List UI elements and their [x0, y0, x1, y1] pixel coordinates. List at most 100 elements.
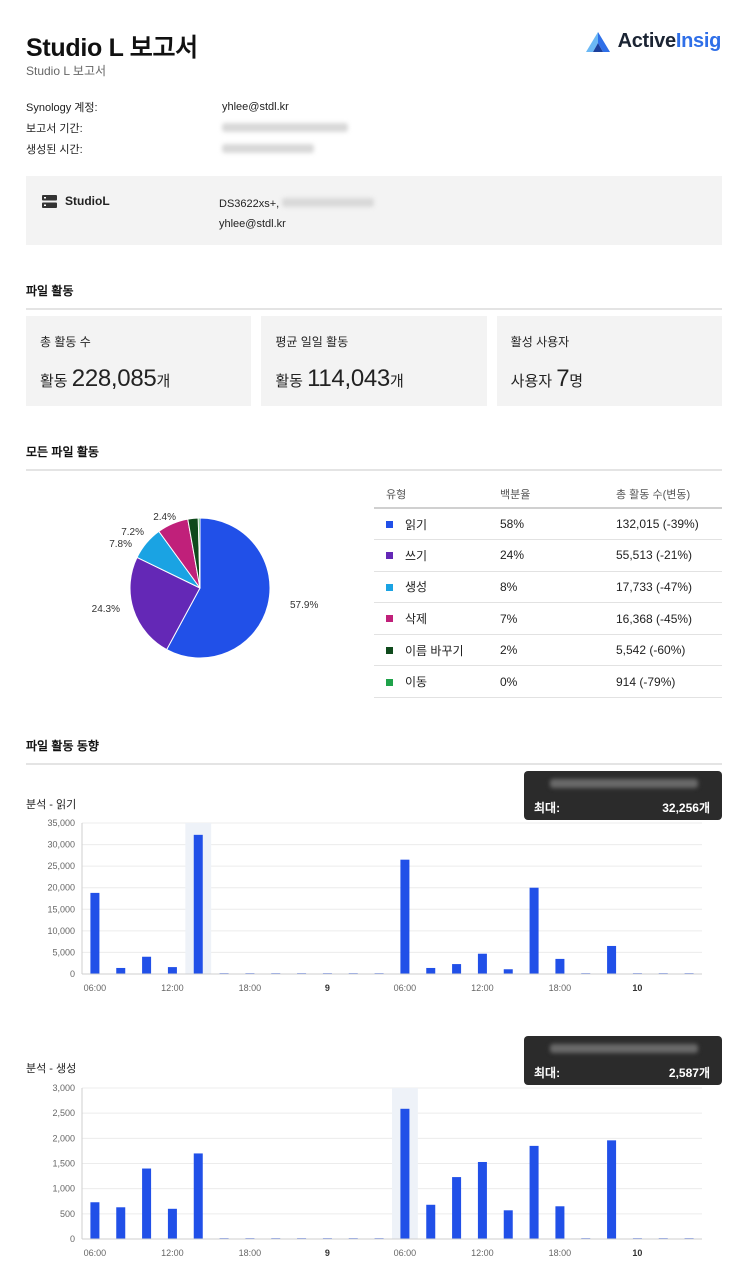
bar: [607, 1140, 617, 1239]
cell-type: 생성: [374, 571, 500, 604]
x-tick-label: 18:00: [549, 983, 572, 993]
period-value-redacted: [222, 123, 348, 132]
pie-chart-svg: 57.9% 24.3% 7.8%7.2% 2.4%: [92, 512, 318, 659]
x-tick-label: 9: [325, 1248, 330, 1258]
bar: [142, 956, 152, 974]
tooltip-max-value: 2,587개: [668, 1066, 710, 1080]
x-tick-label: 18:00: [239, 1248, 262, 1258]
pie-label: 57.9%: [290, 600, 318, 611]
bar: [529, 887, 539, 974]
x-tick-label: 06:00: [394, 1248, 417, 1258]
pie-label: 24.3%: [92, 604, 120, 615]
table-row: 이름 바꾸기 2% 5,542 (-60%): [374, 634, 722, 667]
logo-text-b: Insig: [675, 30, 721, 52]
bar: [167, 1208, 177, 1239]
y-tick-label: 2,500: [52, 1108, 75, 1118]
created-label: 생성된 시간:: [26, 143, 83, 156]
card-daily-average: 평균 일일 활동 활동 114,043개: [261, 316, 487, 406]
server-model: DS3622xs+,: [219, 198, 280, 210]
legend-swatch: [386, 552, 393, 560]
section-all-file-activity: 모든 파일 활동: [26, 443, 722, 471]
type-label: 쓰기: [405, 548, 428, 563]
card-value: 활동 228,085개: [40, 365, 237, 393]
table-row: 읽기 58% 132,015 (-39%): [374, 508, 722, 541]
y-tick-label: 1,000: [52, 1184, 75, 1194]
bar: [426, 967, 436, 974]
bar: [426, 1204, 436, 1239]
cell-total: 16,368 (-45%): [616, 602, 722, 635]
bar: [193, 1153, 203, 1239]
chart-title-create: 분석 - 생성: [26, 1063, 77, 1075]
server-email: yhlee@stdl.kr: [219, 218, 286, 230]
x-tick-label: 12:00: [471, 983, 494, 993]
cell-type: 쓰기: [374, 539, 500, 572]
x-tick-label: 12:00: [471, 1248, 494, 1258]
card-label: 평균 일일 활동: [275, 335, 349, 349]
cell-type: 읽기: [374, 508, 500, 541]
legend-swatch: [386, 678, 393, 686]
activeinsight-logo-icon: [585, 31, 610, 52]
bar: [90, 1202, 100, 1239]
server-info-box: StudioL DS3622xs+, yhlee@stdl.kr: [26, 176, 722, 245]
card-prefix: 활동: [275, 373, 308, 390]
cell-type: 이동: [374, 665, 500, 699]
server-serial-redacted: [282, 198, 375, 207]
card-number: 7: [556, 365, 570, 392]
activity-type-table: 유형 백분율 총 활동 수(변동) 읽기 58% 132,015 (-39%) 쓰기 2…: [374, 480, 722, 699]
cell-percent: 7%: [500, 602, 616, 635]
y-tick-label: 0: [70, 1234, 75, 1244]
y-tick-label: 3,000: [52, 1083, 75, 1093]
cell-type: 삭제: [374, 602, 500, 635]
tooltip-max-label: 최대:: [534, 1066, 561, 1080]
legend-swatch: [386, 615, 393, 623]
section-activity-trend: 파일 활동 동향: [26, 737, 722, 765]
cell-type: 이름 바꾸기: [374, 634, 500, 667]
cell-total: 17,733 (-47%): [616, 571, 722, 604]
card-suffix: 명: [569, 373, 584, 390]
tooltip-date-redacted: [550, 1044, 698, 1053]
type-label: 이름 바꾸기: [405, 643, 464, 658]
bar: [477, 1161, 487, 1239]
server-details: DS3622xs+, yhlee@stdl.kr: [219, 194, 375, 234]
pie-label: 7.2%: [121, 527, 144, 538]
y-tick-label: 10,000: [47, 926, 75, 936]
bar: [116, 967, 126, 974]
x-tick-label: 9: [325, 983, 330, 993]
card-prefix: 활동: [40, 373, 72, 390]
cell-percent: 24%: [500, 539, 616, 572]
type-label: 생성: [405, 580, 428, 595]
x-tick-label: 18:00: [549, 1248, 572, 1258]
page-subtitle: Studio L 보고서: [26, 64, 107, 78]
create-bar-chart: 0 500 1,000 1,500 2,000 2,500 3,000 06:00 12:00 1…: [52, 1083, 702, 1258]
cell-percent: 2%: [500, 634, 616, 667]
y-tick-label: 500: [60, 1209, 75, 1219]
card-number: 114,043: [307, 365, 390, 392]
activeinsight-logo: ActiveInsig: [585, 30, 721, 53]
cell-percent: 58%: [500, 508, 616, 541]
bar: [90, 892, 100, 974]
x-tick-label: 18:00: [239, 983, 262, 993]
card-value: 사용자 7명: [511, 365, 708, 393]
col-percent: 백분율: [500, 480, 616, 509]
page-title: Studio L 보고서: [26, 34, 198, 62]
bar: [193, 834, 203, 974]
card-suffix: 개: [156, 373, 171, 390]
server-name: StudioL: [42, 194, 110, 208]
bar: [477, 953, 487, 974]
bar: [555, 1206, 565, 1239]
y-tick-label: 15,000: [47, 904, 75, 914]
chart-tooltip-read: 최대: 32,256개: [524, 771, 722, 820]
tooltip-max-label: 최대:: [534, 801, 561, 815]
bar: [607, 945, 617, 974]
card-number: 228,085: [71, 365, 157, 392]
bar: [503, 969, 513, 974]
card-active-users: 활성 사용자 사용자 7명: [496, 316, 722, 406]
y-tick-label: 20,000: [47, 883, 75, 893]
logo-text: ActiveInsig: [618, 30, 722, 53]
table-row: 삭제 7% 16,368 (-45%): [374, 602, 722, 635]
type-label: 삭제: [405, 612, 428, 627]
account-value: yhlee@stdl.kr: [222, 100, 289, 113]
y-tick-label: 25,000: [47, 861, 75, 871]
x-tick-label: 10: [632, 983, 642, 993]
y-tick-label: 2,000: [52, 1133, 75, 1143]
